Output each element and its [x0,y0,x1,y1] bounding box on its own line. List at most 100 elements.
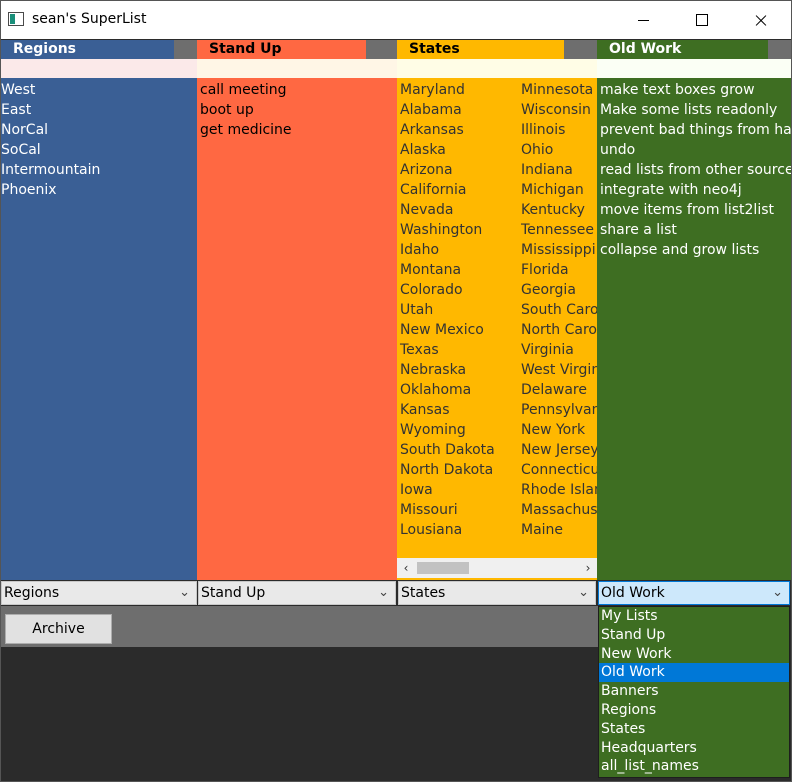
list-item[interactable]: Nevada [400,200,495,220]
column-drag-handle[interactable] [768,40,791,59]
list-item[interactable]: Connecticu [521,460,597,480]
maximize-button[interactable] [679,1,725,39]
list-item[interactable]: make text boxes grow [600,80,791,100]
list-item[interactable]: New Jersey [521,440,597,460]
list-item[interactable]: boot up [200,100,292,120]
minimize-button[interactable] [621,1,667,39]
list-item[interactable]: prevent bad things from happ [600,120,791,140]
list-item[interactable]: Kentucky [521,200,597,220]
dropdown-option[interactable]: Regions [599,701,789,720]
list-item[interactable]: Utah [400,300,495,320]
list-item[interactable]: Maine [521,520,597,540]
list-item[interactable]: move items from list2list [600,200,791,220]
dropdown-option[interactable]: Banners [599,682,789,701]
list-item[interactable]: Washington [400,220,495,240]
list-item[interactable]: South Dakota [400,440,495,460]
list-item[interactable]: Arizona [400,160,495,180]
list-item[interactable]: Minnesota [521,80,597,100]
scroll-thumb[interactable] [417,562,469,574]
list-item[interactable]: Rhode Islan [521,480,597,500]
list-item[interactable]: Kansas [400,400,495,420]
list-item[interactable]: Make some lists readonly [600,100,791,120]
archive-button[interactable]: Archive [5,614,112,644]
dropdown-option[interactable]: Old Work [599,663,789,683]
column-header[interactable]: Regions [1,40,174,59]
item-list-overflow[interactable]: Minnesota Wisconsin Illinois Ohio Indiana Mic… [521,80,597,540]
list-item[interactable]: Michigan [521,180,597,200]
list-item[interactable]: Texas [400,340,495,360]
column-header[interactable]: States [397,40,564,59]
list-item[interactable]: Montana [400,260,495,280]
scroll-right-icon[interactable]: › [581,560,595,576]
list-selector[interactable]: Stand Up ⌄ [198,581,396,605]
dropdown-option[interactable]: New Work [599,645,789,664]
new-item-input[interactable] [1,59,197,78]
list-item[interactable]: Massachuse [521,500,597,520]
column-drag-handle[interactable] [564,40,597,59]
list-item[interactable]: California [400,180,495,200]
dropdown-option[interactable]: Headquarters [599,739,789,758]
list-item[interactable]: share a list [600,220,791,240]
list-item[interactable]: Colorado [400,280,495,300]
list-item[interactable]: Idaho [400,240,495,260]
list-item[interactable]: Maryland [400,80,495,100]
dropdown-option[interactable]: My Lists [599,607,789,626]
dropdown-option[interactable]: all_list_names [599,757,789,776]
list-item[interactable]: get medicine [200,120,292,140]
list-item[interactable]: SoCal [1,140,100,160]
list-item[interactable]: Iowa [400,480,495,500]
list-item[interactable]: undo [600,140,791,160]
list-item[interactable]: Ohio [521,140,597,160]
list-item[interactable]: South Carol [521,300,597,320]
dropdown-option[interactable]: Stand Up [599,626,789,645]
list-item[interactable]: Arkansas [400,120,495,140]
list-item[interactable]: Lousiana [400,520,495,540]
column-header[interactable]: Stand Up [197,40,366,59]
list-item[interactable]: Nebraska [400,360,495,380]
new-item-input[interactable] [397,59,597,78]
list-item[interactable]: North Dakota [400,460,495,480]
scroll-left-icon[interactable]: ‹ [399,560,413,576]
list-item[interactable]: Oklahoma [400,380,495,400]
list-item[interactable]: read lists from other sources [600,160,791,180]
list-item[interactable]: Wisconsin [521,100,597,120]
list-item[interactable]: Georgia [521,280,597,300]
list-item[interactable]: Alaska [400,140,495,160]
list-item[interactable]: call meeting [200,80,292,100]
list-item[interactable]: collapse and grow lists [600,240,791,260]
list-item[interactable]: Wyoming [400,420,495,440]
list-item[interactable]: Mississippi [521,240,597,260]
close-button[interactable] [737,1,783,39]
list-item[interactable]: Florida [521,260,597,280]
list-item[interactable]: New York [521,420,597,440]
list-selector-dropdown[interactable]: My Lists Stand Up New Work Old Work Banners R… [598,606,790,778]
list-item[interactable]: West Virgin [521,360,597,380]
list-item[interactable]: Pennsylvan [521,400,597,420]
list-item[interactable]: East [1,100,100,120]
list-selector-open[interactable]: Old Work ⌄ [598,581,790,605]
list-item[interactable]: Virginia [521,340,597,360]
list-item[interactable]: Alabama [400,100,495,120]
list-item[interactable]: New Mexico [400,320,495,340]
list-item[interactable]: Tennessee [521,220,597,240]
item-list[interactable]: West East NorCal SoCal Intermountain Phoenix [1,80,100,200]
column-drag-handle[interactable] [174,40,197,59]
list-item[interactable]: Indiana [521,160,597,180]
list-item[interactable]: Intermountain [1,160,100,180]
list-item[interactable]: West [1,80,100,100]
list-item[interactable]: Phoenix [1,180,100,200]
new-item-input[interactable] [197,59,397,78]
list-item[interactable]: integrate with neo4j [600,180,791,200]
list-item[interactable]: North Carol [521,320,597,340]
new-item-input[interactable] [597,59,791,78]
item-list[interactable]: make text boxes grow Make some lists read… [600,80,791,260]
list-item[interactable]: NorCal [1,120,100,140]
dropdown-option[interactable]: States [599,720,789,739]
horizontal-scrollbar[interactable]: ‹ › [397,558,597,578]
item-list[interactable]: Maryland Alabama Arkansas Alaska Arizona Cali… [400,80,495,540]
column-header[interactable]: Old Work [597,40,768,59]
list-item[interactable]: Missouri [400,500,495,520]
list-item[interactable]: Delaware [521,380,597,400]
list-selector[interactable]: States ⌄ [398,581,596,605]
list-selector[interactable]: Regions ⌄ [1,581,197,605]
